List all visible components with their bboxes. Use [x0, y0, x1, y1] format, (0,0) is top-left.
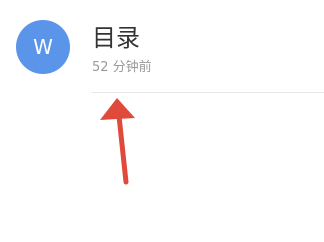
avatar-letter: W — [33, 35, 53, 59]
wps-app-icon: W — [16, 20, 70, 74]
file-time: 52 分钟前 — [92, 60, 152, 75]
file-list-item[interactable]: W 目录 52 分钟前 — [0, 0, 324, 92]
screen: W 目录 52 分钟前 — [0, 0, 324, 242]
divider — [92, 92, 324, 93]
file-title: 目录 — [92, 24, 140, 52]
